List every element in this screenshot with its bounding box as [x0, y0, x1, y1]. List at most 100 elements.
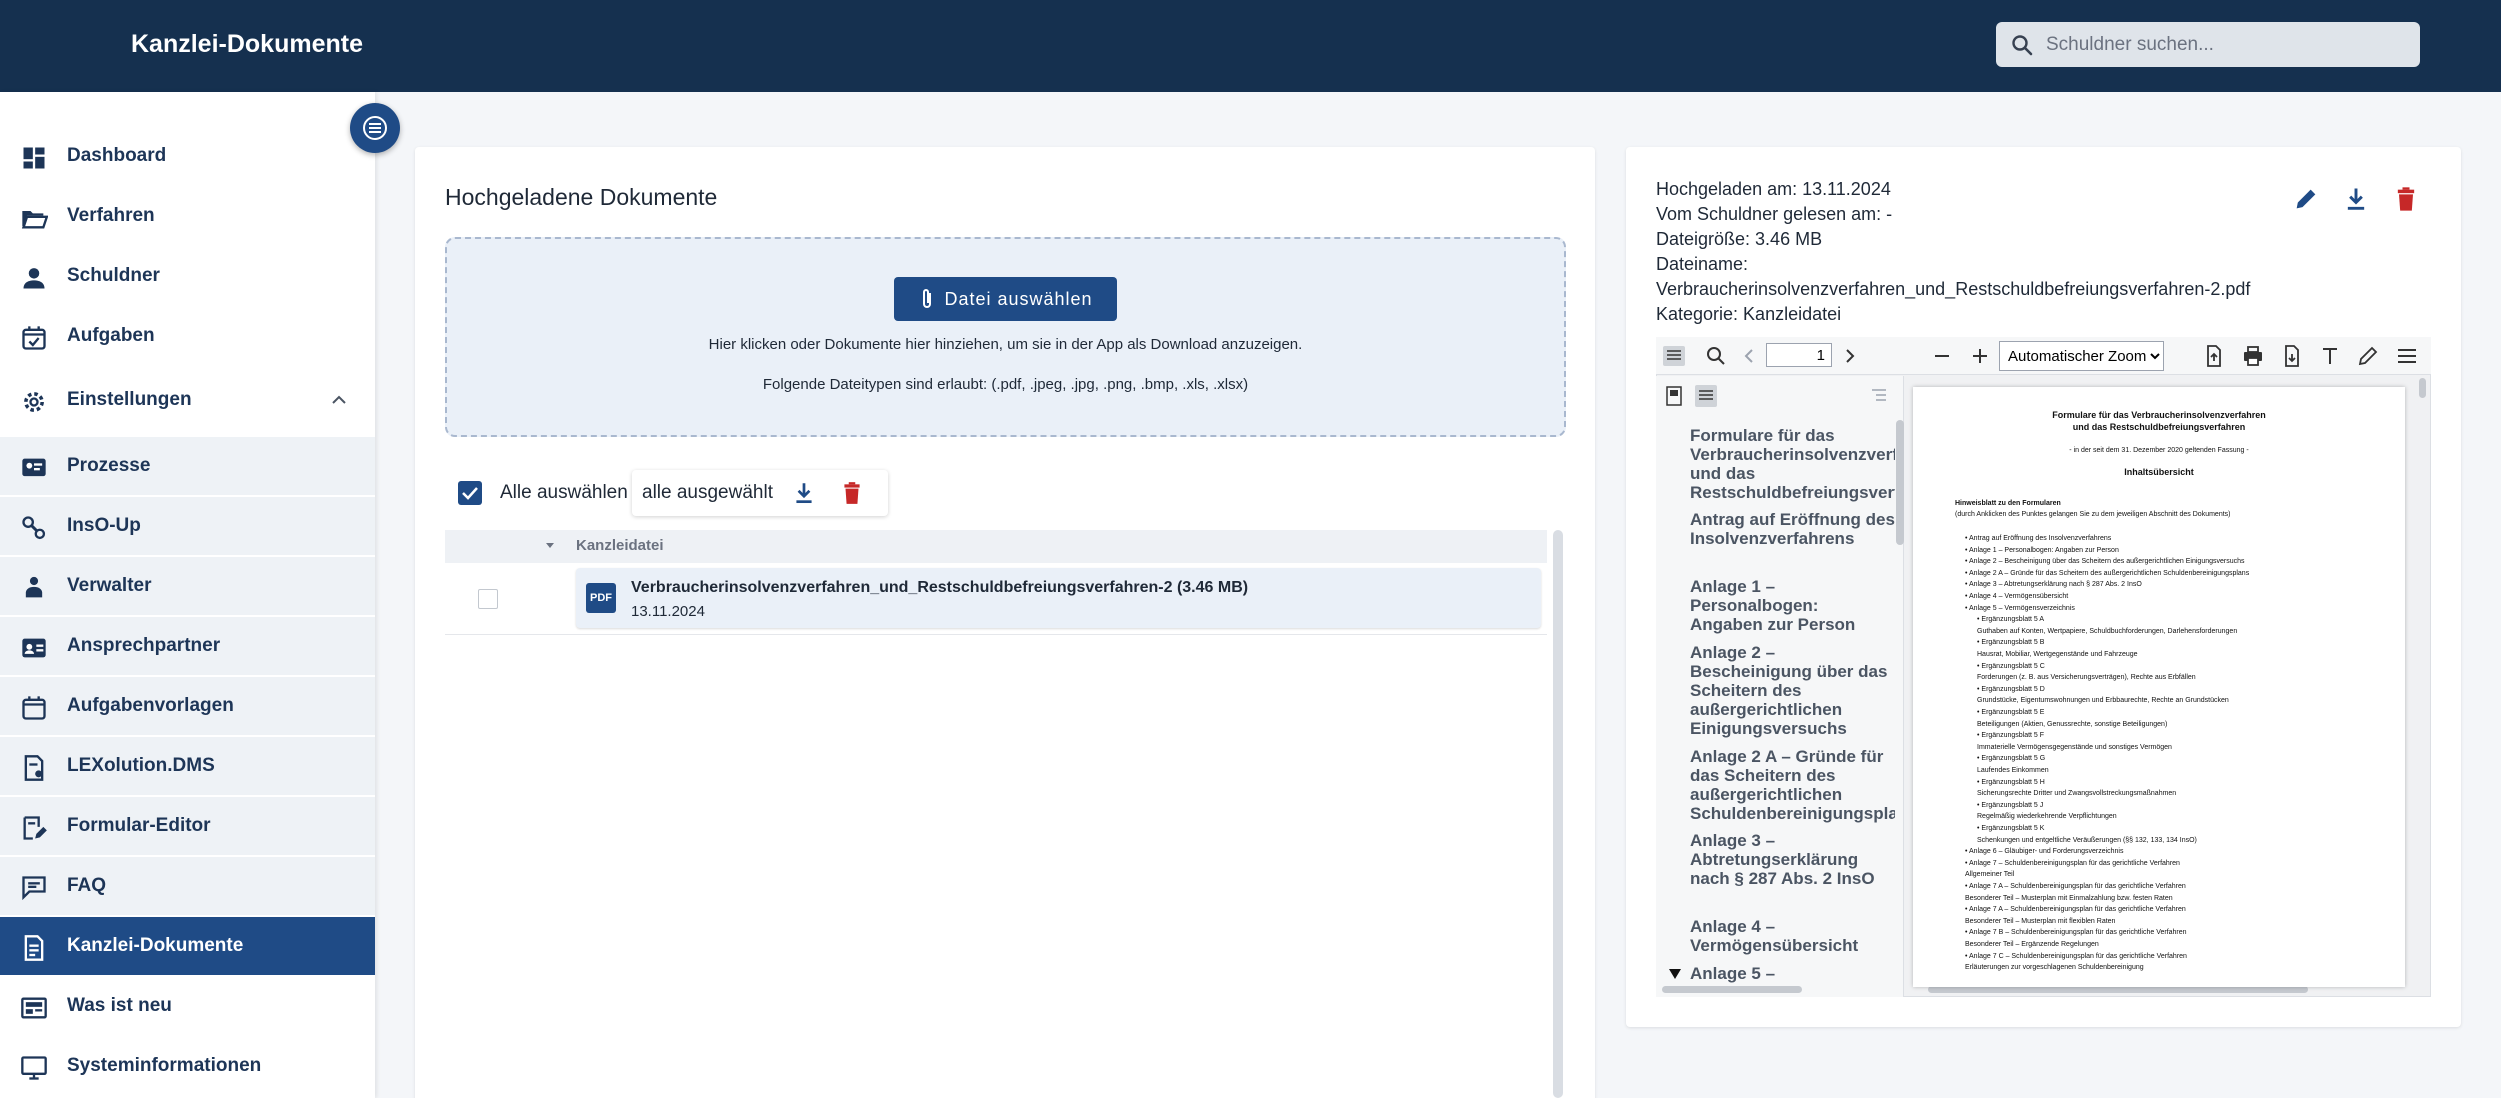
draw-tool-icon[interactable] [2356, 344, 2380, 368]
pdf-toc-line[interactable]: Besonderer Teil – Musterplan mit Einmalz… [1965, 895, 2173, 902]
sidebar-item-lexolution-dms[interactable]: LEXolution.DMS [0, 737, 375, 795]
sidebar-item-einstellungen[interactable]: Einstellungen [0, 371, 375, 429]
sidebar-item-inso-up[interactable]: InsO-Up [0, 497, 375, 555]
pdf-toc-line[interactable]: • Anlage 7 A – Schuldenbereinigungsplan … [1965, 906, 2186, 913]
zoom-out-icon[interactable] [1930, 344, 1954, 368]
pdf-toc-line[interactable]: Immaterielle Vermögensgegenstände und so… [1977, 744, 2172, 751]
sidebar-item-verwalter[interactable]: Verwalter [0, 557, 375, 615]
select-all-checkbox[interactable] [458, 481, 482, 505]
outline-item[interactable]: Anlage 2 A – Gründe für das Scheitern de… [1690, 747, 1895, 825]
next-page-icon[interactable] [1838, 344, 1862, 368]
pdf-toc-line[interactable]: • Ergänzungsblatt 5 E [1977, 709, 2044, 716]
download-icon[interactable] [2342, 185, 2370, 213]
sort-icon[interactable] [545, 542, 555, 550]
column-header[interactable]: Kanzleidatei [576, 537, 664, 554]
pdf-toc-line[interactable]: • Anlage 6 – Gläubiger- und Forderungsve… [1965, 848, 2124, 855]
pdf-toc-line[interactable]: • Anlage 1 – Personalbogen: Angaben zur … [1965, 547, 2119, 554]
outline-item[interactable]: Anlage 1 – Personalbogen: Angaben zur Pe… [1690, 577, 1895, 635]
pdf-toc-line[interactable]: • Ergänzungsblatt 5 J [1977, 802, 2043, 809]
outline-hscrollbar[interactable] [1662, 986, 1802, 993]
pdf-toc-line[interactable]: Hausrat, Mobiliar, Wertgegenstände und F… [1977, 651, 2138, 658]
outline-item[interactable]: Anlage 4 – Vermögensübersicht [1690, 917, 1895, 955]
pdf-toc-line[interactable]: • Ergänzungsblatt 5 K [1977, 825, 2044, 832]
sidebar-item-aufgabenvorlagen[interactable]: Aufgabenvorlagen [0, 677, 375, 735]
zoom-in-icon[interactable] [1968, 344, 1992, 368]
pdf-toc-line[interactable]: • Anlage 7 C – Schuldenbereinigungsplan … [1965, 953, 2187, 960]
sidebar-item-formular-editor[interactable]: Formular-Editor [0, 797, 375, 855]
chevron-up-icon[interactable] [328, 391, 350, 409]
thumbnails-icon[interactable] [1662, 384, 1686, 408]
sidebar-item-kanzlei-dokumente[interactable]: Kanzlei-Dokumente [0, 917, 375, 975]
search-icon[interactable] [1704, 344, 1728, 368]
pdf-toc-line[interactable]: Sicherungsrechte Dritter und Zwangsvolls… [1977, 790, 2176, 797]
outline-item[interactable]: Anlage 5 – [1690, 964, 1895, 983]
previous-page-icon[interactable] [1737, 344, 1761, 368]
open-file-icon[interactable] [2202, 344, 2226, 368]
sidebar-item-prozesse[interactable]: Prozesse [0, 437, 375, 495]
sidebar-item-faq[interactable]: FAQ [0, 857, 375, 915]
pdf-toc-line[interactable]: Schenkungen und entgeltliche Veräußerung… [1977, 837, 2197, 844]
outline-item[interactable]: Antrag auf Eröffnung des Insolvenzverfah… [1690, 510, 1895, 568]
text-tool-icon[interactable] [2318, 344, 2342, 368]
more-tools-icon[interactable] [2395, 344, 2419, 368]
sidebar-toggle-icon[interactable] [1662, 344, 1686, 368]
pdf-toc-line[interactable]: • Anlage 3 – Abtretungserklärung nach § … [1965, 581, 2142, 588]
search-input[interactable] [2046, 22, 2406, 67]
save-icon[interactable] [2280, 344, 2304, 368]
page-number-input[interactable] [1766, 343, 1832, 367]
pdf-toc-line[interactable]: • Anlage 5 – Vermögensverzeichnis [1965, 605, 2075, 612]
pdf-toc-line[interactable]: • Antrag auf Eröffnung des Insolvenzverf… [1965, 535, 2111, 542]
pdf-toc-line[interactable]: • Anlage 2 A – Gründe für das Scheitern … [1965, 570, 2249, 577]
pdf-toc-line[interactable]: • Ergänzungsblatt 5 B [1977, 639, 2044, 646]
pdf-toc-line[interactable]: Laufendes Einkommen [1977, 767, 2049, 774]
table-scrollbar[interactable] [1553, 530, 1563, 1098]
zoom-select[interactable]: Automatischer Zoom [1999, 341, 2164, 371]
pdf-toc-line[interactable]: • Anlage 7 B – Schuldenbereinigungsplan … [1965, 929, 2187, 936]
pdf-toc-line[interactable]: Besonderer Teil – Musterplan mit flexibl… [1965, 918, 2115, 925]
sidebar-item-verfahren[interactable]: Verfahren [0, 187, 375, 245]
sidebar-item-was-ist-neu[interactable]: Was ist neu [0, 977, 375, 1035]
sidebar-item-dashboard[interactable]: Dashboard [0, 127, 375, 185]
menu-toggle-button[interactable] [350, 103, 400, 153]
pdf-toc-line[interactable]: • Ergänzungsblatt 5 D [1977, 686, 2045, 693]
pdf-toc-line[interactable]: Forderungen (z. B. aus Versicherungsvert… [1977, 674, 2196, 681]
sidebar-item-systeminformationen[interactable]: Systeminformationen [0, 1037, 375, 1095]
pdf-toc-line[interactable]: Grundstücke, Eigentumswohnungen und Erbb… [1977, 697, 2229, 704]
select-file-button[interactable]: Datei auswählen [894, 277, 1117, 321]
pdf-toc-line[interactable]: Erläuterungen zur vorgeschlagenen Schuld… [1965, 964, 2144, 971]
outline-scrollbar[interactable] [1896, 420, 1904, 545]
file-item[interactable]: PDF Verbraucherinsolvenzverfahren_und_Re… [576, 568, 1541, 628]
trash-icon[interactable] [839, 480, 865, 506]
sidebar-item-aufgaben[interactable]: Aufgaben [0, 307, 375, 365]
sidebar-item-schuldner[interactable]: Schuldner [0, 247, 375, 305]
pdf-toc-line[interactable]: Allgemeiner Teil [1965, 871, 2014, 878]
expand-triangle-icon[interactable] [1668, 968, 1682, 980]
sidebar-item-ansprechpartner[interactable]: Ansprechpartner [0, 617, 375, 675]
pdf-toc-line[interactable]: • Anlage 4 – Vermögensübersicht [1965, 593, 2068, 600]
print-icon[interactable] [2241, 344, 2265, 368]
pdf-toc-line[interactable]: • Ergänzungsblatt 5 H [1977, 779, 2045, 786]
pdf-toc-line[interactable]: • Ergänzungsblatt 5 F [1977, 732, 2044, 739]
pdf-toc-line[interactable]: Guthaben auf Konten, Wertpapiere, Schuld… [1977, 628, 2237, 635]
pdf-toc-line[interactable]: • Ergänzungsblatt 5 A [1977, 616, 2044, 623]
pdf-toc-line[interactable]: • Anlage 7 – Schuldenbereinigungsplan fü… [1965, 860, 2180, 867]
outline-item[interactable]: Anlage 3 – Abtretungserklärung nach § 28… [1690, 831, 1895, 909]
outline-item[interactable]: Formulare für das Verbraucherinsolvenzve… [1690, 426, 1895, 504]
page-hscrollbar[interactable] [1928, 986, 2308, 993]
download-icon[interactable] [791, 480, 817, 506]
pdf-toc-line[interactable]: • Ergänzungsblatt 5 G [1977, 755, 2045, 762]
edit-icon[interactable] [2292, 185, 2320, 213]
outline-item[interactable]: Anlage 2 – Bescheinigung über das Scheit… [1690, 643, 1895, 740]
outline-icon[interactable] [1694, 384, 1718, 408]
trash-icon[interactable] [2392, 185, 2420, 213]
pdf-toc-line[interactable]: • Ergänzungsblatt 5 C [1977, 663, 2045, 670]
search-box[interactable] [1996, 22, 2420, 67]
pdf-toc-line[interactable]: • Anlage 2 – Bescheinigung über das Sche… [1965, 558, 2245, 565]
pdf-toc-line[interactable]: Regelmäßig wiederkehrende Verpflichtunge… [1977, 813, 2117, 820]
outline-options-icon[interactable] [1866, 384, 1890, 408]
row-checkbox[interactable] [478, 589, 498, 609]
pdf-toc-line[interactable]: Besonderer Teil – Ergänzende Regelungen [1965, 941, 2099, 948]
page-vscrollbar[interactable] [2419, 378, 2426, 398]
pdf-toc-line[interactable]: • Anlage 7 A – Schuldenbereinigungsplan … [1965, 883, 2186, 890]
pdf-toc-line[interactable]: Beteiligungen (Aktien, Genussrechte, son… [1977, 721, 2167, 728]
